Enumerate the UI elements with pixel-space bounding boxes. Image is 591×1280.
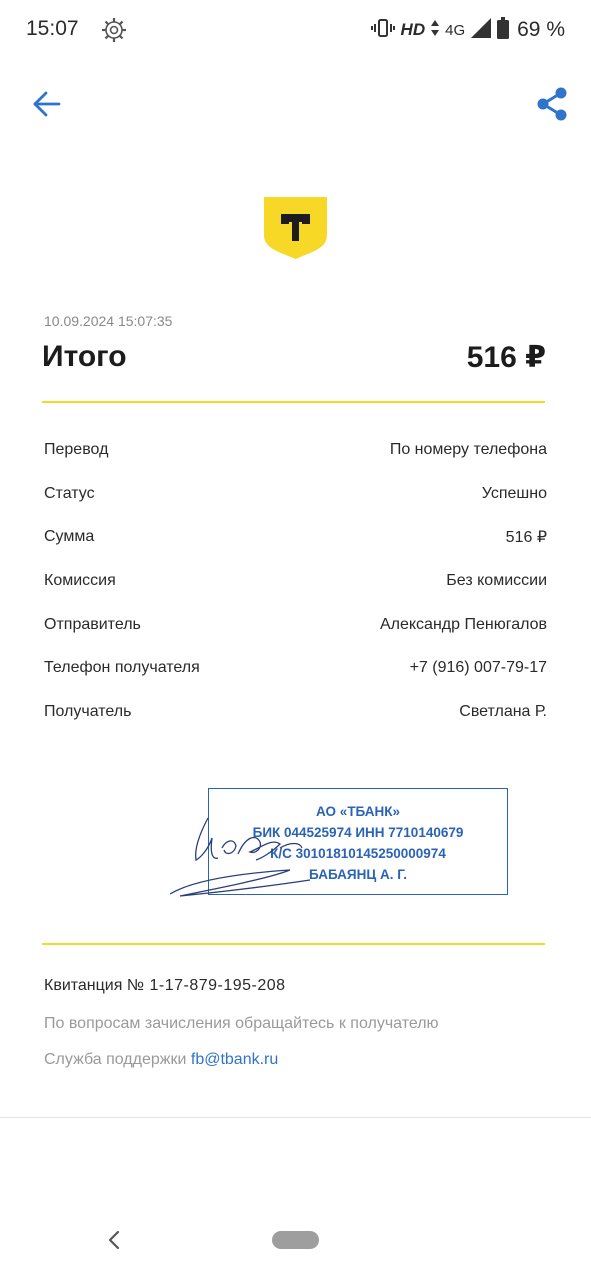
battery-percent: 69 %: [517, 18, 565, 41]
tbank-logo: [264, 197, 327, 260]
divider-bottom: [42, 943, 545, 945]
status-bar: 15:07 HD 4G 69 %: [0, 0, 591, 60]
back-button[interactable]: [28, 86, 64, 122]
total-amount: 516 ₽: [466, 341, 546, 374]
detail-label: Статус: [44, 484, 95, 502]
status-time: 15:07: [26, 17, 79, 40]
detail-value: +7 (916) 007-79-17: [409, 659, 547, 677]
detail-label: Отправитель: [44, 615, 141, 633]
support-text: Служба поддержки fb@tbank.ru: [44, 1051, 278, 1069]
receipt-number: Квитанция № 1-17-879-195-208: [44, 977, 286, 995]
detail-row-status: Статус Успешно: [44, 472, 547, 516]
nav-home-pill[interactable]: [272, 1231, 319, 1249]
details-list: Перевод По номеру телефона Статус Успешн…: [44, 428, 547, 734]
detail-value: Успешно: [481, 484, 547, 502]
detail-value: Светлана Р.: [459, 702, 547, 720]
data-arrows-icon: [431, 19, 440, 41]
detail-row-recipient-phone: Телефон получателя +7 (916) 007-79-17: [44, 646, 547, 690]
detail-value: 516 ₽: [505, 529, 547, 547]
detail-row-transfer: Перевод По номеру телефона: [44, 428, 547, 472]
divider-top: [42, 401, 545, 403]
detail-value: Без комиссии: [446, 571, 547, 589]
arrow-left-icon: [33, 91, 61, 117]
signal-icon: [471, 17, 492, 43]
hd-indicator: HD: [400, 20, 426, 39]
receipt-number-value: № 1-17-879-195-208: [126, 977, 286, 994]
support-label: Служба поддержки: [44, 1051, 187, 1068]
detail-value: По номеру телефона: [389, 440, 547, 458]
battery-icon: [497, 16, 510, 44]
nav-back-button[interactable]: [102, 1226, 126, 1254]
detail-row-commission: Комиссия Без комиссии: [44, 559, 547, 603]
detail-row-sender: Отправитель Александр Пенюгалов: [44, 603, 547, 647]
detail-label: Сумма: [44, 528, 95, 546]
transaction-datetime: 10.09.2024 15:07:35: [44, 313, 173, 329]
share-icon: [537, 87, 567, 121]
total-label: Итого: [42, 340, 127, 373]
detail-value: Александр Пенюгалов: [379, 615, 547, 633]
chevron-left-icon: [108, 1230, 120, 1250]
receipt-label: Квитанция: [44, 977, 123, 994]
divider-gray: [0, 1117, 591, 1118]
signature: [169, 817, 311, 897]
settings-gear-icon: [100, 17, 128, 43]
detail-label: Комиссия: [44, 571, 116, 589]
info-text: По вопросам зачисления обращайтесь к пол…: [44, 1015, 439, 1032]
detail-row-amount: Сумма 516 ₽: [44, 515, 547, 559]
detail-label: Телефон получателя: [44, 659, 200, 677]
support-email-link[interactable]: fb@tbank.ru: [191, 1051, 278, 1068]
detail-row-recipient: Получатель Светлана Р.: [44, 690, 547, 734]
status-indicators: HD 4G 69 %: [370, 16, 565, 44]
vibrate-icon: [370, 18, 395, 43]
share-button[interactable]: [532, 84, 572, 124]
detail-label: Получатель: [44, 702, 132, 720]
network-type: 4G: [445, 21, 466, 39]
detail-label: Перевод: [44, 440, 109, 458]
